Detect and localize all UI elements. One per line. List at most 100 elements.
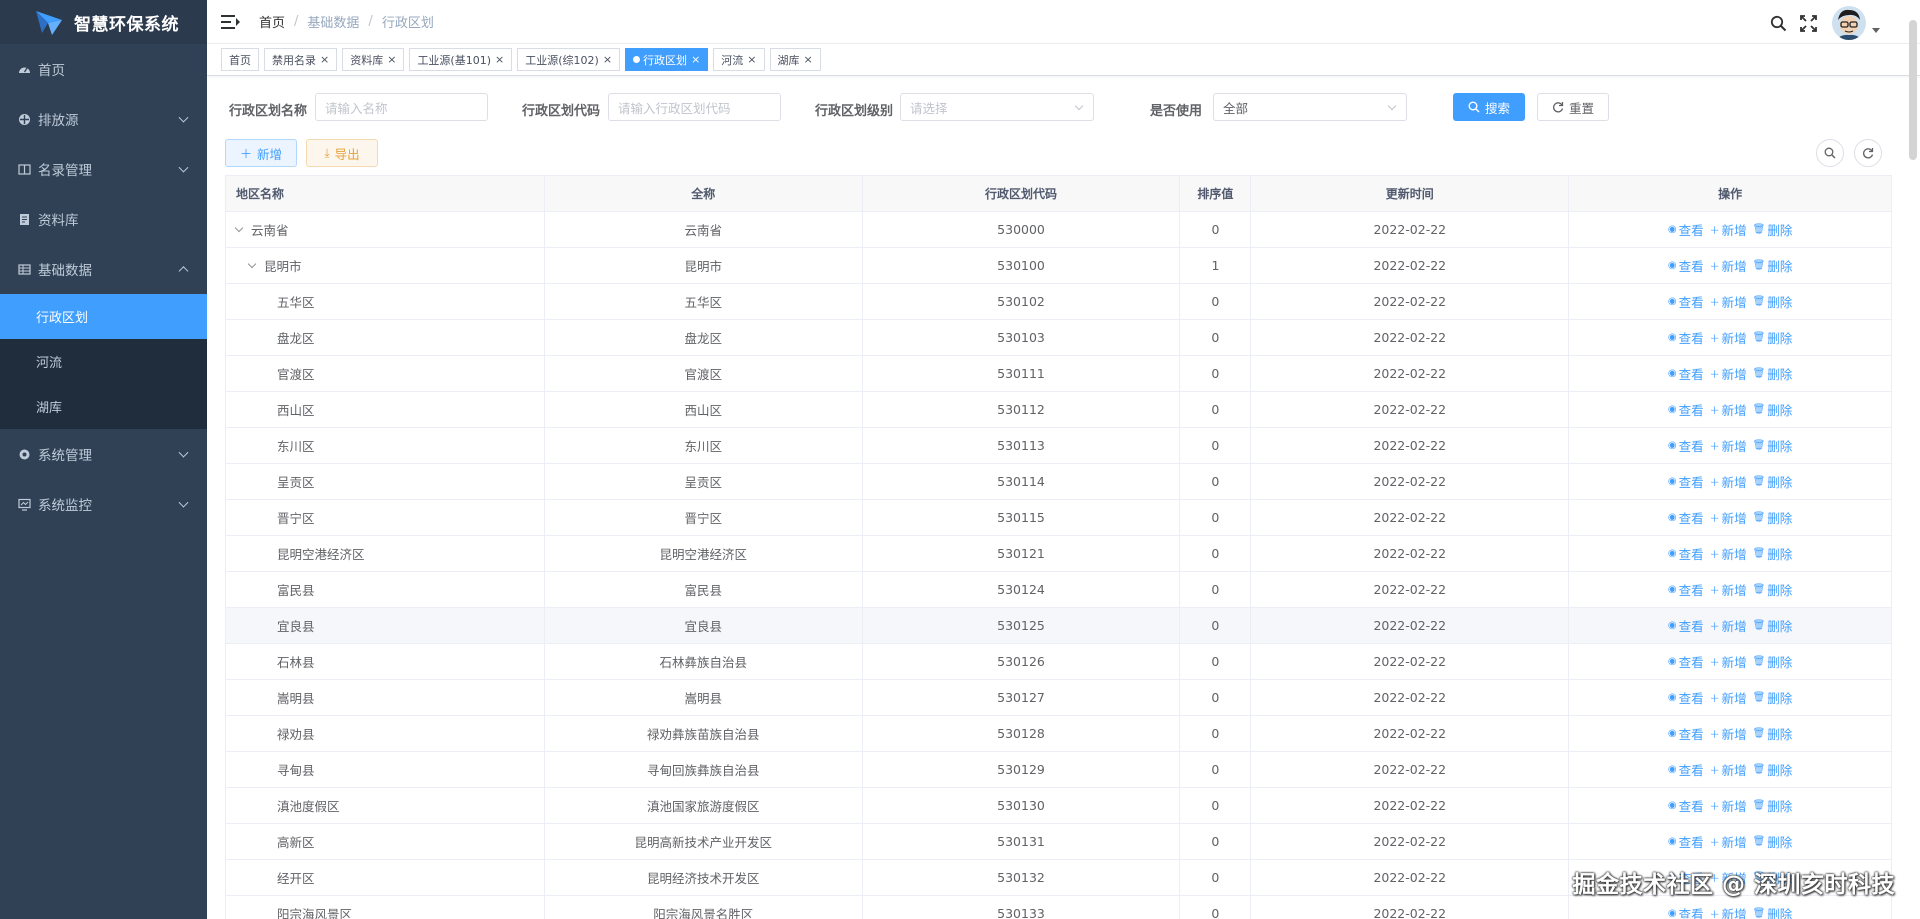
action-delete-link[interactable]: 🗑 删除 bbox=[1753, 652, 1793, 671]
action-view-link[interactable]: ◉ 查看 bbox=[1668, 256, 1704, 275]
close-icon[interactable]: × bbox=[320, 53, 329, 66]
action-delete-link[interactable]: 🗑 删除 bbox=[1753, 472, 1793, 491]
tab-6[interactable]: 河流 × bbox=[713, 48, 765, 71]
enabled-select[interactable]: 全部 bbox=[1213, 93, 1407, 121]
close-icon[interactable]: × bbox=[691, 53, 700, 66]
sidebar-item-3[interactable]: 资料库 bbox=[0, 194, 207, 244]
action-view-link[interactable]: ◉ 查看 bbox=[1668, 904, 1704, 919]
action-add-link[interactable]: ＋新增 bbox=[1710, 508, 1747, 527]
action-delete-link[interactable]: 🗑 删除 bbox=[1753, 544, 1793, 563]
toggle-search-button[interactable] bbox=[1816, 139, 1844, 167]
tab-7[interactable]: 湖库 × bbox=[769, 48, 821, 71]
sidebar-item-2[interactable]: 名录管理 bbox=[0, 144, 207, 194]
action-delete-link[interactable]: 🗑 删除 bbox=[1753, 508, 1793, 527]
action-add-link[interactable]: ＋新增 bbox=[1710, 688, 1747, 707]
table-row[interactable]: 阳宗海风景区 阳宗海风景名胜区 530133 0 2022-02-22 ◉ 查看 ＋新增 🗑 删除 bbox=[226, 896, 1892, 919]
sidebar-item-4[interactable]: 基础数据 bbox=[0, 244, 207, 294]
hamburger-icon[interactable] bbox=[221, 14, 240, 29]
code-input[interactable]: 请输入行政区划代码 bbox=[608, 93, 781, 121]
action-add-link[interactable]: ＋新增 bbox=[1710, 760, 1747, 779]
tab-5[interactable]: 行政区划 × bbox=[625, 48, 709, 71]
action-view-link[interactable]: ◉ 查看 bbox=[1668, 832, 1704, 851]
table-row[interactable]: 石林县 石林彝族自治县 530126 0 2022-02-22 ◉ 查看 ＋新增 🗑 删除 bbox=[226, 644, 1892, 680]
action-add-link[interactable]: ＋新增 bbox=[1710, 256, 1747, 275]
tab-1[interactable]: 禁用名录 × bbox=[264, 48, 338, 71]
breadcrumb-item[interactable]: 首页 bbox=[259, 12, 285, 31]
action-add-link[interactable]: ＋新增 bbox=[1710, 832, 1747, 851]
action-view-link[interactable]: ◉ 查看 bbox=[1668, 400, 1704, 419]
export-button[interactable]: ⤓ 导出 bbox=[306, 139, 378, 167]
table-row[interactable]: 官渡区 官渡区 530111 0 2022-02-22 ◉ 查看＋新增 🗑 删除 bbox=[226, 356, 1892, 392]
action-view-link[interactable]: ◉ 查看 bbox=[1668, 688, 1704, 707]
table-row[interactable]: 嵩明县 嵩明县 530127 0 2022-02-22 ◉ 查看＋新增 🗑 删除 bbox=[226, 680, 1892, 716]
action-add-link[interactable]: ＋新增 bbox=[1710, 544, 1747, 563]
action-delete-link[interactable]: 🗑 删除 bbox=[1753, 292, 1793, 311]
action-view-link[interactable]: ◉ 查看 bbox=[1668, 796, 1704, 815]
reset-button[interactable]: 重置 bbox=[1537, 93, 1609, 121]
action-view-link[interactable]: ◉ 查看 bbox=[1668, 436, 1704, 455]
close-icon[interactable]: × bbox=[387, 53, 396, 66]
table-row[interactable]: 滇池度假区 滇池国家旅游度假区 530130 0 2022-02-22 ◉ 查看 ＋新增 🗑 删除 bbox=[226, 788, 1892, 824]
action-view-link[interactable]: ◉ 查看 bbox=[1668, 760, 1704, 779]
close-icon[interactable]: × bbox=[804, 53, 813, 66]
action-delete-link[interactable]: 🗑 删除 bbox=[1753, 220, 1793, 239]
sidebar-item-5[interactable]: 系统管理 bbox=[0, 429, 207, 479]
sidebar-item-1[interactable]: 排放源 bbox=[0, 94, 207, 144]
action-delete-link[interactable]: 🗑 删除 bbox=[1753, 364, 1793, 383]
action-view-link[interactable]: ◉ 查看 bbox=[1668, 652, 1704, 671]
tab-3[interactable]: 工业源(基101) × bbox=[409, 48, 513, 71]
action-delete-link[interactable]: 🗑 删除 bbox=[1753, 796, 1793, 815]
action-add-link[interactable]: ＋新增 bbox=[1710, 904, 1747, 919]
action-add-link[interactable]: ＋新增 bbox=[1710, 292, 1747, 311]
action-view-link[interactable]: ◉ 查看 bbox=[1668, 724, 1704, 743]
action-view-link[interactable]: ◉ 查看 bbox=[1668, 472, 1704, 491]
tab-2[interactable]: 资料库 × bbox=[342, 48, 405, 71]
table-row[interactable]: 东川区 东川区 530113 0 2022-02-22 ◉ 查看＋新增 🗑 删除 bbox=[226, 428, 1892, 464]
tab-0[interactable]: 首页 bbox=[221, 48, 259, 71]
action-delete-link[interactable]: 🗑 删除 bbox=[1753, 832, 1793, 851]
action-delete-link[interactable]: 🗑 删除 bbox=[1753, 400, 1793, 419]
logo[interactable]: 智慧环保系统 bbox=[0, 0, 207, 44]
action-view-link[interactable]: ◉ 查看 bbox=[1668, 508, 1704, 527]
level-select[interactable]: 请选择 bbox=[900, 93, 1094, 121]
action-add-link[interactable]: ＋新增 bbox=[1710, 364, 1747, 383]
action-delete-link[interactable]: 🗑 删除 bbox=[1753, 688, 1793, 707]
refresh-table-button[interactable] bbox=[1854, 139, 1882, 167]
action-add-link[interactable]: ＋新增 bbox=[1710, 400, 1747, 419]
tab-4[interactable]: 工业源(综102) × bbox=[517, 48, 621, 71]
action-add-link[interactable]: ＋新增 bbox=[1710, 796, 1747, 815]
sidebar-subitem-0[interactable]: 行政区划 bbox=[0, 294, 207, 339]
table-row[interactable]: 五华区 五华区 530102 0 2022-02-22 ◉ 查看＋新增 🗑 删除 bbox=[226, 284, 1892, 320]
search-button[interactable]: 搜索 bbox=[1453, 93, 1525, 121]
action-view-link[interactable]: ◉ 查看 bbox=[1668, 292, 1704, 311]
action-add-link[interactable]: ＋新增 bbox=[1710, 472, 1747, 491]
action-delete-link[interactable]: 🗑 删除 bbox=[1753, 616, 1793, 635]
scrollbar[interactable] bbox=[1909, 20, 1917, 160]
table-row[interactable]: 云南省 云南省 530000 0 2022-02-22 ◉ 查看＋新增 🗑 删除 bbox=[226, 212, 1893, 248]
add-button[interactable]: ＋ 新增 bbox=[225, 139, 297, 167]
sidebar-subitem-2[interactable]: 湖库 bbox=[0, 384, 207, 429]
action-delete-link[interactable]: 🗑 删除 bbox=[1753, 580, 1793, 599]
action-view-link[interactable]: ◉ 查看 bbox=[1668, 580, 1704, 599]
table-row[interactable]: 高新区 昆明高新技术产业开发区 530131 0 2022-02-22 ◉ 查看 ＋新增 🗑 删除 bbox=[226, 824, 1892, 860]
action-add-link[interactable]: ＋新增 bbox=[1710, 652, 1747, 671]
table-row[interactable]: 富民县 富民县 530124 0 2022-02-22 ◉ 查看＋新增 🗑 删除 bbox=[226, 572, 1892, 608]
chevron-down-icon[interactable] bbox=[234, 223, 244, 232]
chevron-down-icon[interactable] bbox=[247, 259, 257, 268]
chevron-down-icon[interactable] bbox=[1872, 27, 1880, 33]
table-row[interactable]: 昆明市 昆明市 530100 1 2022-02-22 ◉ 查看＋新增 🗑 删除 bbox=[226, 248, 1892, 284]
action-add-link[interactable]: ＋新增 bbox=[1710, 616, 1747, 635]
fullscreen-icon[interactable] bbox=[1798, 13, 1818, 33]
table-row[interactable]: 晋宁区 晋宁区 530115 0 2022-02-22 ◉ 查看＋新增 🗑 删除 bbox=[226, 500, 1892, 536]
table-row[interactable]: 昆明空港经济区 昆明空港经济区 530121 0 2022-02-22 ◉ 查看＋新增 🗑 删除 bbox=[226, 536, 1892, 572]
action-view-link[interactable]: ◉ 查看 bbox=[1668, 364, 1704, 383]
table-row[interactable]: 呈贡区 呈贡区 530114 0 2022-02-22 ◉ 查看＋新增 🗑 删除 bbox=[226, 464, 1892, 500]
table-row[interactable]: 寻甸县 寻甸回族彝族自治县 530129 0 2022-02-22 ◉ 查看 ＋新增 🗑 删除 bbox=[226, 752, 1892, 788]
close-icon[interactable]: × bbox=[495, 53, 504, 66]
action-delete-link[interactable]: 🗑 删除 bbox=[1753, 904, 1793, 919]
action-add-link[interactable]: ＋新增 bbox=[1710, 328, 1747, 347]
action-add-link[interactable]: ＋新增 bbox=[1710, 724, 1747, 743]
action-view-link[interactable]: ◉ 查看 bbox=[1668, 328, 1704, 347]
table-row[interactable]: 宜良县 宜良县 530125 0 2022-02-22 ◉ 查看＋新增 🗑 删除 bbox=[226, 608, 1892, 644]
action-delete-link[interactable]: 🗑 删除 bbox=[1753, 256, 1793, 275]
